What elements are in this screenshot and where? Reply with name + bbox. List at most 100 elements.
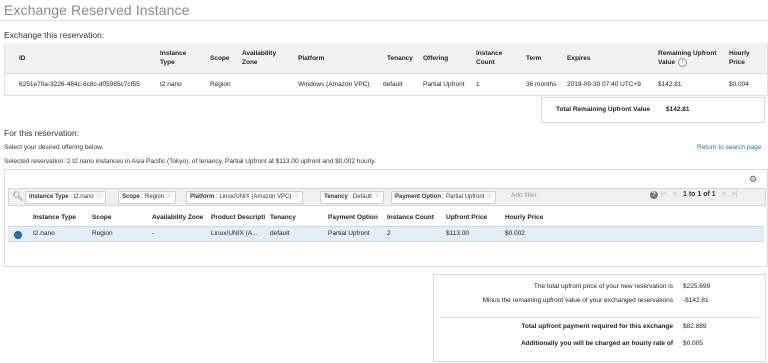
filter-chip-value: Default xyxy=(352,194,372,200)
cell-product-description: Linux/UNIX (A... xyxy=(211,230,258,237)
table-row: 6251e70a-3226-484c-8c8c-d05985c7cf55 t2.… xyxy=(5,74,767,95)
filter-chip-value: Partial Upfront xyxy=(446,194,485,200)
prev-page-icon[interactable]: < xyxy=(673,191,677,198)
offering-row-selected[interactable]: t2.nano Region - Linux/UNIX (A... defaul… xyxy=(8,226,764,242)
col-instance-type[interactable]: Instance Type xyxy=(33,213,76,222)
col-instance-count[interactable]: Instance Count xyxy=(387,213,434,222)
cell-hourly-price: $0.002 xyxy=(505,230,525,237)
filter-chip-instance-type[interactable]: Instance Type : t2.nano ⓧ xyxy=(25,191,106,204)
search-icon: 🔍︎ xyxy=(12,191,24,201)
summary-hourly-label: Additionally you will be charged an hour… xyxy=(520,340,673,347)
filter-chip-payment-option[interactable]: Payment Option : Partial Upfront ⓧ xyxy=(391,191,497,204)
col-id[interactable]: ID xyxy=(19,54,26,63)
cell-instance-count: 2 xyxy=(387,230,391,237)
col-instance-count[interactable]: Instance Count xyxy=(476,49,512,67)
cell-hourly-price: $0.004 xyxy=(729,81,749,88)
cell-instance-type: t2.nano xyxy=(160,81,182,88)
remove-filter-icon[interactable]: ⓧ xyxy=(486,194,492,200)
filter-chip-key: Tenancy xyxy=(324,194,348,200)
cell-term: 36 months xyxy=(526,81,557,88)
current-reservation-table: ID Instance Type Scope Availability Zone… xyxy=(4,43,768,96)
filter-chip-value: Linux/UNIX (Amazon VPC) xyxy=(219,194,292,200)
gear-icon[interactable]: ⚙ xyxy=(749,174,757,185)
cell-tenancy: default xyxy=(270,230,290,237)
selected-radio[interactable] xyxy=(14,231,22,239)
filter-chip-tenancy[interactable]: Tenancy : Default ⓧ xyxy=(320,191,384,204)
col-hourly-price[interactable]: Hourly Price xyxy=(729,49,759,67)
cell-instance-count: 1 xyxy=(476,81,480,88)
col-availability-zone[interactable]: Availability Zone xyxy=(152,213,203,222)
remove-filter-icon[interactable]: ⓧ xyxy=(293,194,299,200)
summary-divider xyxy=(440,317,758,318)
total-remaining-label: Total Remaining Upfront Value xyxy=(556,106,651,113)
remove-filter-icon[interactable]: ⓧ xyxy=(374,194,380,200)
col-remaining-upfront[interactable]: Remaining Upfront Value i xyxy=(658,49,720,67)
col-scope[interactable]: Scope xyxy=(92,213,112,222)
filter-chip-key: Platform xyxy=(190,194,215,200)
col-payment-option[interactable]: Payment Option xyxy=(328,213,381,222)
filter-chip-key: Payment Option xyxy=(395,194,442,200)
last-page-icon[interactable]: >| xyxy=(732,191,738,198)
filter-chip-key: Scope xyxy=(122,194,141,200)
summary-minus-label: Minus the remaining upfront value of you… xyxy=(482,297,673,304)
filter-chip-scope[interactable]: Scope : Region ⓧ xyxy=(118,191,177,204)
cell-id: 6251e70a-3226-484c-8c8c-d05985c7cf55 xyxy=(19,81,140,88)
col-availability-zone[interactable]: Availability Zone xyxy=(242,49,282,67)
filter-bar: 🔍︎ Instance Type : t2.nano ⓧ Scope : Regi… xyxy=(8,188,766,206)
current-table-header: ID Instance Type Scope Availability Zone… xyxy=(5,43,767,74)
cell-instance-type: t2.nano xyxy=(33,230,55,237)
cell-upfront-price: $113.00 xyxy=(446,230,470,237)
col-tenancy[interactable]: Tenancy xyxy=(270,213,296,222)
col-upfront-price[interactable]: Upfront Price xyxy=(446,213,487,222)
cell-scope: Region xyxy=(92,230,113,237)
summary-hourly-value: $0.005 xyxy=(683,340,703,347)
col-instance-type[interactable]: Instance Type xyxy=(160,49,198,67)
summary-required-value: $82.889 xyxy=(683,323,707,330)
page-title: Exchange Reserved Instance xyxy=(4,2,190,18)
cell-scope: Region xyxy=(210,81,231,88)
col-scope[interactable]: Scope xyxy=(210,54,230,63)
col-platform[interactable]: Platform xyxy=(298,54,324,63)
page-count: 1 to 1 of 1 xyxy=(683,191,716,198)
summary-minus-value: -$142.81 xyxy=(683,297,709,304)
cell-availability-zone: - xyxy=(152,230,155,237)
next-page-icon[interactable]: > xyxy=(722,191,726,198)
summary-required-label: Total upfront payment required for this … xyxy=(521,323,673,330)
for-section-title: For this reservation: xyxy=(4,128,80,138)
select-prompt: Select your desired offering below. xyxy=(4,144,104,151)
title-divider xyxy=(0,20,768,21)
col-remaining-upfront-label: Remaining Upfront Value xyxy=(658,50,717,67)
info-icon[interactable]: i xyxy=(677,58,687,67)
col-term[interactable]: Term xyxy=(526,54,541,63)
return-to-search-link[interactable]: Return to search page xyxy=(697,144,761,151)
cell-platform: Windows (Amazon VPC) xyxy=(298,81,370,88)
summary-total-new-label: The total upfront price of your new rese… xyxy=(533,283,673,290)
filter-chip-key: Instance Type xyxy=(29,194,69,200)
col-product-description[interactable]: Product Description xyxy=(211,213,265,222)
col-offering[interactable]: Offering xyxy=(423,54,448,63)
total-remaining-value: $142.81 xyxy=(666,106,690,113)
col-expires[interactable]: Expires xyxy=(567,54,591,63)
filter-chip-value: Region xyxy=(145,194,165,200)
exchange-section-title: Exchange this reservation: xyxy=(4,30,105,40)
col-tenancy[interactable]: Tenancy xyxy=(387,54,413,63)
filter-chip-platform[interactable]: Platform : Linux/UNIX (Amazon VPC) ⓧ xyxy=(186,191,304,204)
first-page-icon[interactable]: |< xyxy=(661,191,667,198)
remove-filter-icon[interactable]: ⓧ xyxy=(96,194,102,200)
pagination: ? |< <1 to 1 of 1 > >| xyxy=(650,191,741,199)
cell-remaining-upfront: $142.81 xyxy=(658,81,682,88)
add-filter-input[interactable]: Add filter xyxy=(511,192,537,199)
cell-offering: Partial Upfront xyxy=(423,81,465,88)
summary-total-new-value: $225.699 xyxy=(683,283,711,290)
col-hourly-price[interactable]: Hourly Price xyxy=(505,213,543,222)
filter-chip-value: t2.nano xyxy=(73,194,94,200)
remove-filter-icon[interactable]: ⓧ xyxy=(166,194,172,200)
cell-expires: 2019-09-30 07:40 UTC+9 xyxy=(567,81,641,88)
cell-payment-option: Partial Upfront xyxy=(328,230,370,237)
cell-tenancy: default xyxy=(383,81,403,88)
total-remaining-box: Total Remaining Upfront Value $142.81 xyxy=(541,97,765,123)
exchange-summary-box: The total upfront price of your new rese… xyxy=(433,274,766,362)
help-icon[interactable]: ? xyxy=(650,191,658,199)
selected-reservation-text: Selected reservation: 2 t2.nano instance… xyxy=(4,158,376,165)
offering-table-header: Instance Type Scope Availability Zone Pr… xyxy=(8,208,764,226)
